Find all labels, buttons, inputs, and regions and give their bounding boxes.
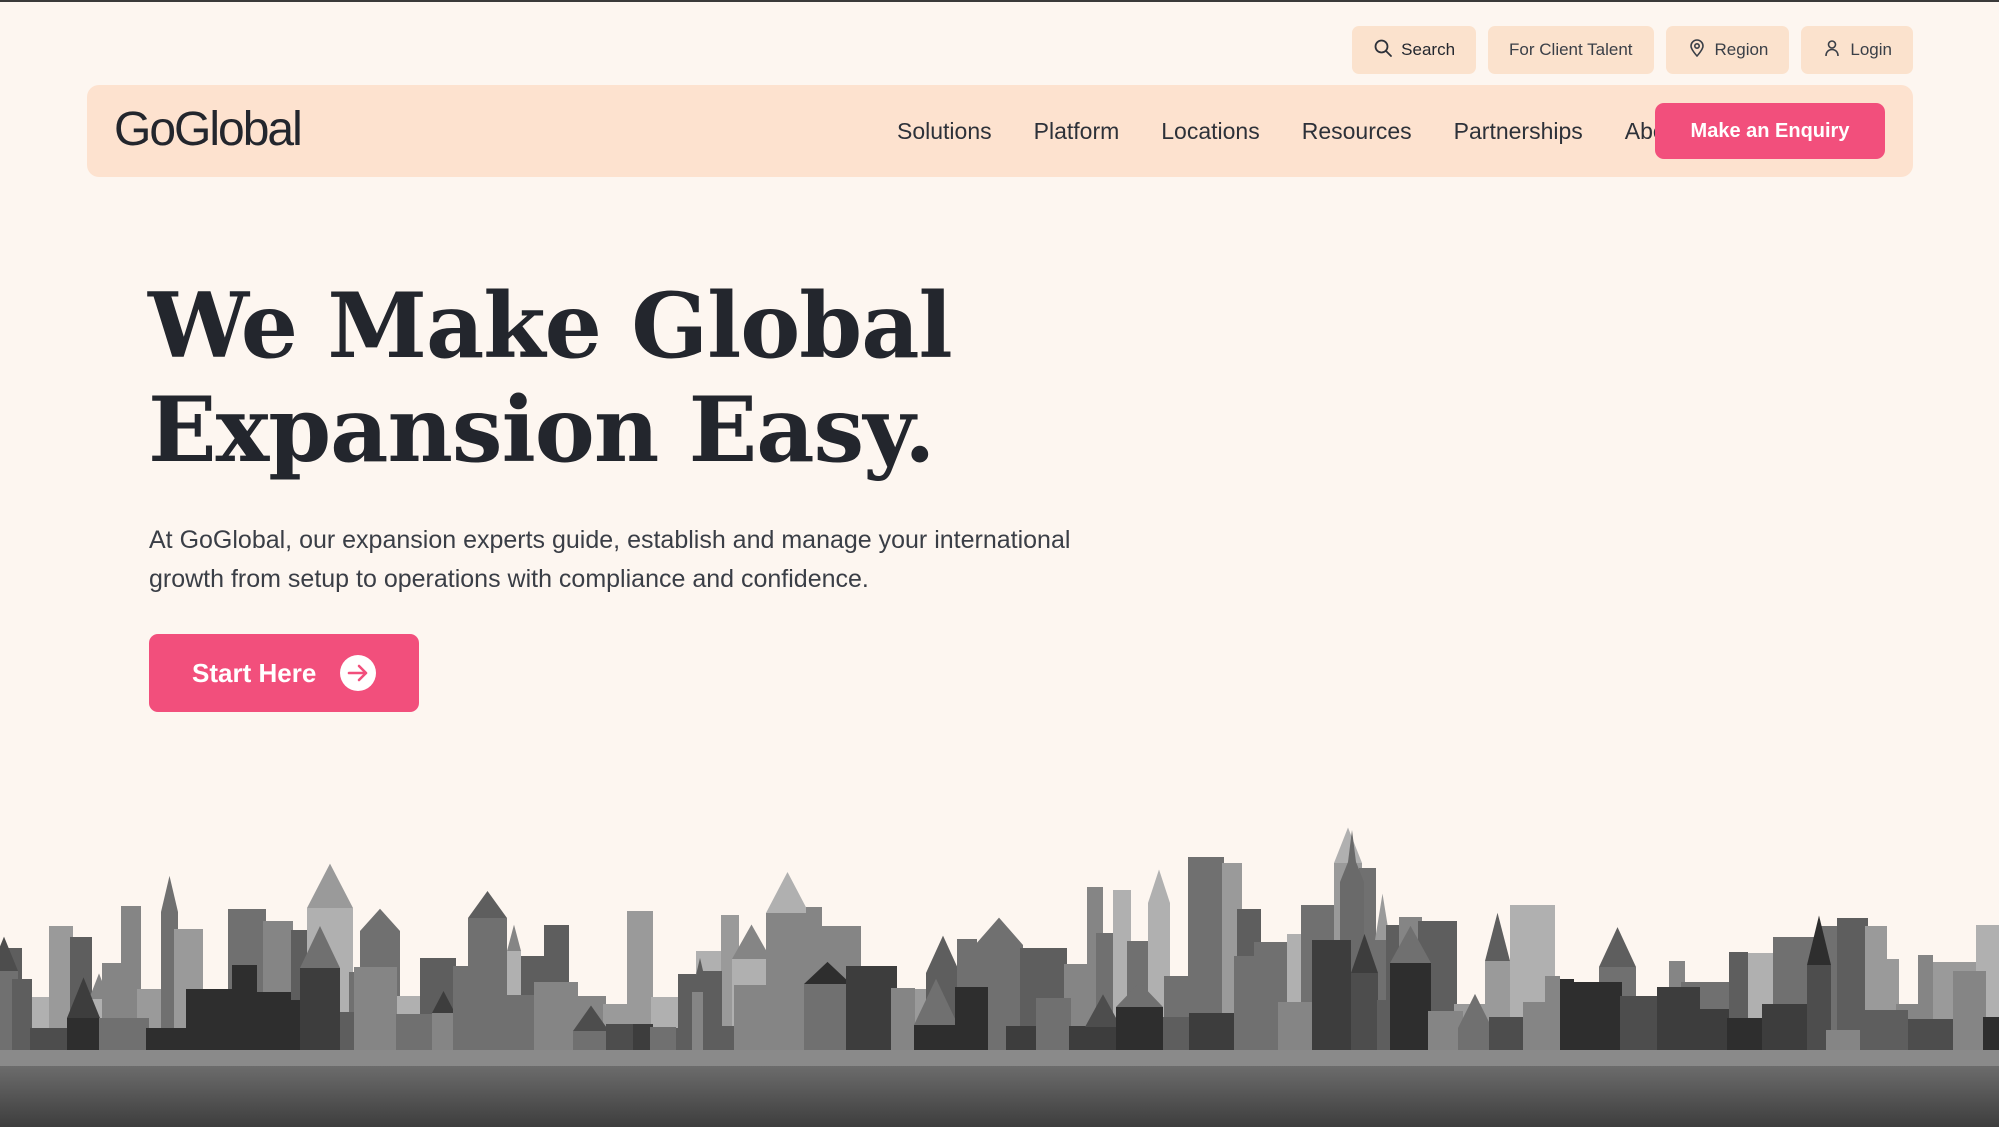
building: [1234, 956, 1278, 1058]
make-enquiry-button[interactable]: Make an Enquiry: [1655, 103, 1885, 159]
hero-title-line-2: Expansion Easy.: [148, 377, 935, 483]
search-icon: [1373, 38, 1393, 63]
waterfront-piers: [0, 1050, 1999, 1068]
map-pin-icon: [1687, 38, 1707, 63]
building: [1953, 971, 1986, 1058]
building: [1390, 963, 1431, 1058]
region-label: Region: [1714, 40, 1769, 59]
client-talent-label: For Client Talent: [1509, 40, 1633, 59]
building: [804, 984, 851, 1058]
goglobal-logo[interactable]: GoGlobal: [114, 102, 303, 157]
building-spire: [926, 935, 960, 973]
login-label: Login: [1850, 40, 1892, 59]
building: [186, 989, 233, 1058]
building-spire: [507, 924, 521, 951]
building: [453, 966, 498, 1058]
hero-subtitle: At GoGlobal, our expansion experts guide…: [149, 521, 1149, 599]
building: [300, 968, 340, 1058]
building: [772, 982, 807, 1058]
building-spire: [161, 875, 178, 912]
building: [891, 988, 915, 1058]
building: [1620, 996, 1657, 1058]
search-button[interactable]: Search: [1352, 26, 1477, 74]
nav-item-locations[interactable]: Locations: [1161, 118, 1259, 145]
search-label: Search: [1401, 40, 1456, 59]
building: [1657, 987, 1700, 1058]
building: [1312, 940, 1351, 1058]
building: [354, 967, 397, 1058]
building-spire: [1485, 912, 1510, 961]
utility-bar: Search For Client Talent Region Login: [1352, 26, 1913, 74]
building: [1762, 1004, 1812, 1058]
nav-item-solutions[interactable]: Solutions: [897, 118, 992, 145]
building-spire: [1334, 827, 1362, 863]
building: [988, 977, 1007, 1058]
main-navbar: GoGlobal Solutions Platform Locations Re…: [87, 85, 1913, 177]
river-water: [0, 1066, 1999, 1127]
building: [734, 985, 777, 1058]
hero-title: We Make Global Expansion Easy.: [148, 274, 1148, 482]
arrow-right-circle-icon: [339, 654, 377, 692]
building: [955, 987, 989, 1058]
building-spire: [766, 871, 809, 913]
building: [1351, 973, 1378, 1058]
building-spire: [307, 863, 353, 908]
building: [496, 995, 536, 1058]
nav-item-platform[interactable]: Platform: [1034, 118, 1120, 145]
building: [256, 992, 291, 1058]
city-skyline-image: [0, 827, 1999, 1127]
building: [1560, 979, 1574, 1058]
start-here-button[interactable]: Start Here: [149, 634, 419, 712]
login-button[interactable]: Login: [1801, 26, 1913, 74]
user-icon: [1822, 38, 1842, 63]
building: [534, 982, 578, 1058]
hero-subtitle-line-1: At GoGlobal, our expansion experts guide…: [149, 526, 1071, 554]
building-spire: [360, 908, 400, 931]
building-spire: [468, 890, 507, 918]
building: [1036, 998, 1071, 1058]
building-spire: [1148, 869, 1170, 903]
region-button[interactable]: Region: [1665, 26, 1790, 74]
hero-subtitle-line-2: growth from setup to operations with com…: [149, 565, 869, 593]
client-talent-button[interactable]: For Client Talent: [1488, 26, 1654, 74]
building: [232, 965, 257, 1058]
nav-item-resources[interactable]: Resources: [1302, 118, 1412, 145]
page: Search For Client Talent Region Login Go…: [0, 0, 1999, 1127]
nav-links: Solutions Platform Locations Resources P…: [897, 85, 1727, 177]
nav-item-partnerships[interactable]: Partnerships: [1454, 118, 1583, 145]
start-here-label: Start Here: [192, 657, 317, 688]
building-spire: [975, 917, 1023, 945]
building-spire: [1599, 927, 1636, 967]
hero-title-line-1: We Make Global: [148, 273, 953, 379]
building: [1545, 976, 1560, 1058]
building: [1572, 982, 1622, 1058]
building: [12, 979, 32, 1058]
building: [846, 966, 897, 1058]
